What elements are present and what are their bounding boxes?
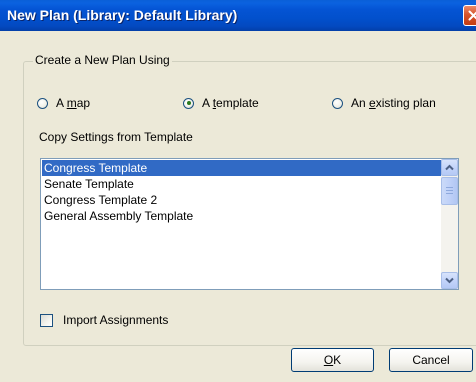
groupbox-label: Create a New Plan Using <box>33 53 172 67</box>
thumb-grip <box>446 190 453 191</box>
radio-existing-plan[interactable]: An existing plan <box>332 95 436 111</box>
copy-settings-label: Copy Settings from Template <box>39 130 193 144</box>
import-assignments-label: Import Assignments <box>63 313 169 327</box>
import-assignments-checkbox[interactable]: Import Assignments <box>40 313 168 327</box>
chevron-up-icon <box>445 164 454 171</box>
scroll-thumb[interactable] <box>441 177 458 205</box>
radio-map-indicator[interactable] <box>37 97 48 109</box>
radio-a-template[interactable]: A template <box>183 95 259 111</box>
scroll-up-button[interactable] <box>441 159 458 176</box>
list-item[interactable]: General Assembly Template <box>42 208 441 224</box>
list-item[interactable]: Congress Template <box>42 160 441 176</box>
radio-template-indicator[interactable] <box>183 97 194 109</box>
close-button[interactable] <box>463 5 476 26</box>
cancel-button[interactable]: Cancel <box>389 348 473 372</box>
scroll-down-button[interactable] <box>441 272 458 289</box>
radio-existing-indicator[interactable] <box>332 97 343 109</box>
template-list: Congress Template Senate Template Congre… <box>42 160 441 224</box>
checkbox-box[interactable] <box>40 313 53 327</box>
radio-existing-label: An existing plan <box>351 96 436 110</box>
radio-map-label: A map <box>56 96 91 110</box>
ok-label: K <box>333 353 342 367</box>
new-plan-dialog: New Plan (Library: Default Library) Crea… <box>0 0 476 382</box>
close-icon <box>468 10 476 21</box>
thumb-grip <box>446 187 453 188</box>
list-item[interactable]: Congress Template 2 <box>42 192 441 208</box>
ok-button[interactable]: OK <box>291 348 374 372</box>
thumb-grip <box>446 193 453 194</box>
radio-a-map[interactable]: A map <box>37 95 90 111</box>
radio-template-label: A template <box>202 96 259 110</box>
template-listbox[interactable]: Congress Template Senate Template Congre… <box>40 158 459 290</box>
vertical-scrollbar[interactable] <box>441 159 458 289</box>
list-item[interactable]: Senate Template <box>42 176 441 192</box>
title-bar[interactable]: New Plan (Library: Default Library) <box>0 0 476 31</box>
window-title: New Plan (Library: Default Library) <box>7 7 238 23</box>
chevron-down-icon <box>445 277 454 284</box>
ok-mnemonic: O <box>323 353 334 367</box>
